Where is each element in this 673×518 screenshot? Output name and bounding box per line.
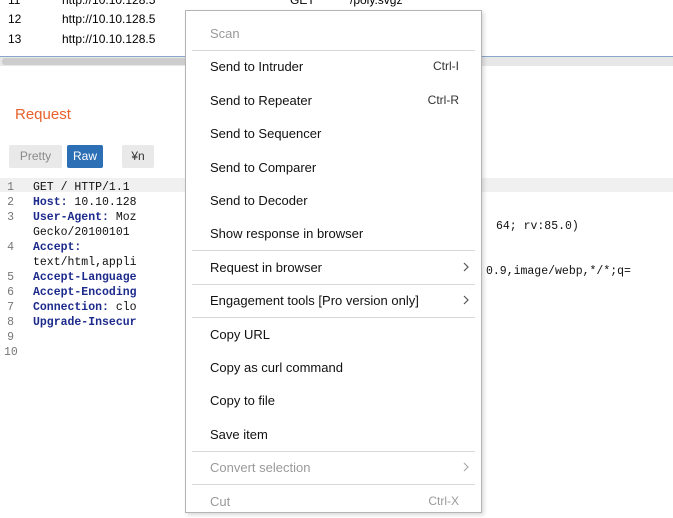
menu-item-send-to-repeater[interactable]: Send to Repeater Ctrl-R [186,84,481,117]
accept-tail: 0.9,image/webp,*/*;q= [486,265,631,278]
menu-item-copy-as-curl-command[interactable]: Copy as curl command [186,351,481,384]
menu-item-label: Send to Comparer [210,159,317,175]
row-url: http://10.10.128.5 [62,32,156,46]
menu-item-label: Send to Sequencer [210,126,322,142]
header-key: Host: [33,196,68,209]
line-number: 2 [7,196,14,209]
line-number: 4 [7,241,14,254]
menu-item-copy-url[interactable]: Copy URL [186,318,481,351]
row-number: 12 [8,12,22,26]
line-number: 6 [7,286,14,299]
line-number: 8 [7,316,14,329]
menu-item-label: Send to Repeater [210,92,312,108]
newline-toggle-button[interactable]: ¥n [122,145,154,168]
line-number: 1 [7,181,14,194]
menu-item-label: Copy URL [210,326,270,342]
menu-item-send-to-decoder[interactable]: Send to Decoder [186,184,481,217]
menu-item-show-response-in-browser[interactable]: Show response in browser [186,217,481,250]
menu-item-label: Request in browser [210,259,322,275]
line-content: Gecko/20100101 [33,225,130,240]
line-content: text/html,appli [33,255,137,270]
chevron-right-icon [463,262,469,272]
line-number: 10 [4,346,18,359]
row-method: GET [290,0,315,7]
menu-item-label: Convert selection [210,460,311,476]
header-key: Upgrade-Insecur [33,316,137,329]
row-path: /poly.svgz [350,0,403,7]
menu-item-save-item[interactable]: Save item [186,418,481,451]
line-number: 7 [7,301,14,314]
row-number: 11 [8,0,21,7]
menu-item-shortcut: Ctrl-R [427,92,459,107]
line-content: Upgrade-Insecur [33,315,137,330]
menu-item-send-to-intruder[interactable]: Send to Intruder Ctrl-I [186,50,481,83]
chevron-right-icon [463,462,469,472]
menu-item-label: Scan [210,26,240,41]
menu-item-label: Send to Intruder [210,59,304,75]
line-content: User-Agent: Moz [33,210,137,225]
header-key: Accept: [33,241,82,254]
line-content: Host: 10.10.128 [33,195,137,210]
raw-tab-button[interactable]: Raw [67,145,103,168]
header-key: User-Agent: [33,211,109,224]
menu-item-label: Show response in browser [210,226,364,242]
context-menu: Scan Send to Intruder Ctrl-I Send to Repeat… [185,10,482,513]
header-value: text/html,appli [33,256,137,269]
header-key: Connection: [33,301,109,314]
line-content: Accept: [33,240,81,255]
line-content: Accept-Encoding [33,285,137,300]
menu-item-shortcut: Ctrl-I [433,59,459,74]
menu-item-label: Save item [210,426,268,442]
header-key: Accept-Language [33,271,137,284]
request-pane-title: Request [15,106,71,123]
chevron-right-icon [463,295,469,305]
menu-item-label: Engagement tools [Pro version only] [210,293,419,309]
table-row[interactable]: 11 http://10.10.128.5 GET /poly.svgz [0,0,673,9]
line-number: 9 [7,331,14,344]
header-value: clo [108,301,137,314]
header-value: GET / HTTP/1.1 [33,181,130,194]
line-content: Accept-Language [33,270,137,285]
menu-item-label: Copy to file [210,393,276,409]
line-number: 5 [7,271,14,284]
menu-item-send-to-sequencer[interactable]: Send to Sequencer [186,117,481,150]
header-value: 10.10.128 [67,196,137,209]
menu-item-label: Send to Decoder [210,193,308,208]
menu-item-send-to-comparer[interactable]: Send to Comparer [186,151,481,184]
line-content: Connection: clo [33,300,137,315]
user-agent-tail: 64; rv:85.0) [496,220,579,233]
menu-item-label: Copy as curl command [210,360,343,375]
pretty-tab-button[interactable]: Pretty [9,145,62,168]
menu-item-scan[interactable]: Scan [186,17,481,50]
menu-item-engagement-tools-pro-version-only[interactable]: Engagement tools [Pro version only] [186,284,481,317]
header-value: Moz [108,211,137,224]
row-number: 13 [8,32,22,46]
row-url: http://10.10.128.5 [62,0,156,7]
row-url: http://10.10.128.5 [62,12,156,26]
line-content: GET / HTTP/1.1 [33,180,130,195]
menu-item-request-in-browser[interactable]: Request in browser [186,251,481,284]
menu-item-copy-to-file[interactable]: Copy to file [186,384,481,417]
line-number: 3 [7,211,14,224]
menu-item-convert-selection[interactable]: Convert selection [186,451,481,484]
header-value: Gecko/20100101 [33,226,130,239]
header-key: Accept-Encoding [33,286,137,299]
